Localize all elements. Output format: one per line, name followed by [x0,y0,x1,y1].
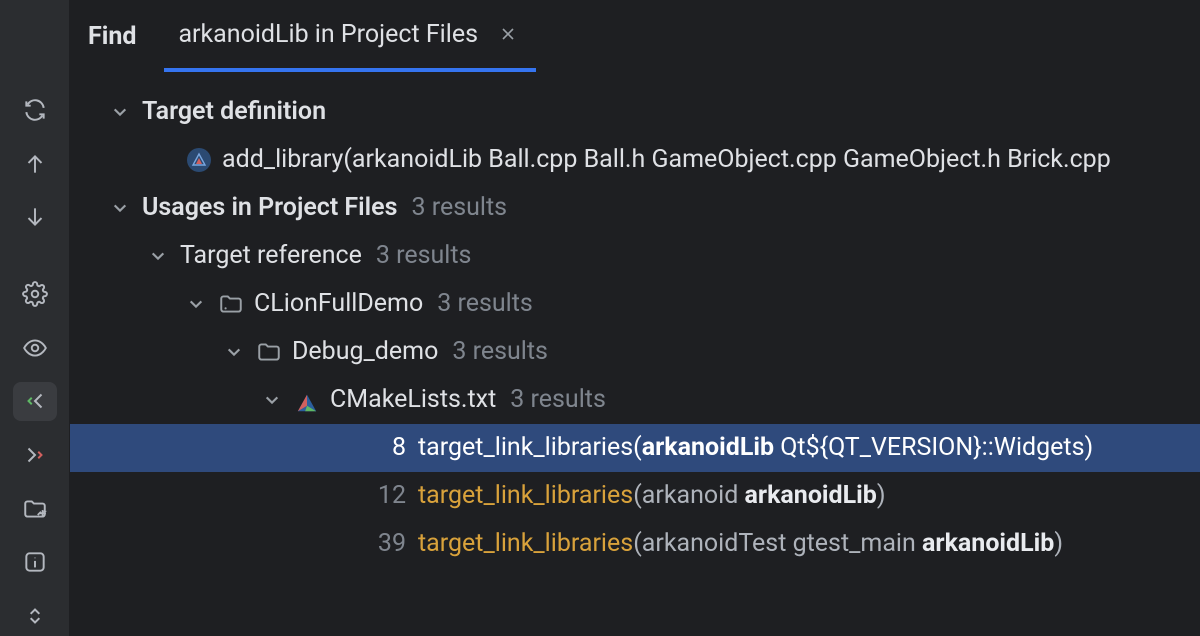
line-number: 8 [370,430,406,466]
usage-code: target_link_libraries(arkanoid arkanoidL… [418,478,886,514]
next-occurrence-button[interactable] [13,197,57,237]
chevron-down-icon [110,198,130,218]
search-tab[interactable]: arkanoidLib in Project Files [164,0,536,72]
group-target-definition[interactable]: Target definition [70,88,1200,136]
chevron-down-icon [186,294,206,314]
find-title[interactable]: Find [78,22,164,51]
result-count: 3 results [452,334,548,370]
definition-code: add_library(arkanoidLib Ball.cpp Ball.h … [222,142,1111,178]
folder-icon [256,339,282,365]
cmake-file-icon [294,387,320,413]
search-result-icon [186,147,212,173]
project-folder-icon [218,291,244,317]
chevron-down-icon [148,246,168,266]
usage-row[interactable]: 12 target_link_libraries(arkanoid arkanoi… [70,472,1200,520]
group-label: Debug_demo [292,334,438,370]
refresh-button[interactable] [13,90,57,130]
result-count: 3 results [510,382,606,418]
preview-button[interactable] [13,328,57,368]
chevron-down-icon [110,102,130,122]
group-usages[interactable]: Usages in Project Files 3 results [70,184,1200,232]
chevron-down-icon [262,390,282,410]
usage-row[interactable]: 39 target_link_libraries(arkanoidTest gte… [70,520,1200,568]
import-button[interactable] [13,382,57,422]
find-panel-header: Find arkanoidLib in Project Files [70,0,1200,72]
prev-occurrence-button[interactable] [13,144,57,184]
left-toolstrip: * [0,0,70,636]
line-number: 39 [370,526,406,562]
usage-code: target_link_libraries(arkanoidTest gtest… [418,526,1063,562]
result-count: 3 results [411,190,507,226]
expand-collapse-button[interactable] [13,596,57,636]
usage-row[interactable]: 8 target_link_libraries(arkanoidLib Qt${Q… [70,424,1200,472]
results-tree: Target definition add_library(arkanoidLi… [70,72,1200,636]
settings-button[interactable] [13,274,57,314]
result-count: 3 results [437,286,533,322]
group-target-reference[interactable]: Target reference 3 results [70,232,1200,280]
new-folder-button[interactable]: * [13,489,57,529]
group-folder[interactable]: Debug_demo 3 results [70,328,1200,376]
group-label: Usages in Project Files [142,190,397,226]
group-project[interactable]: CLionFullDemo 3 results [70,280,1200,328]
group-file[interactable]: CMakeLists.txt 3 results [70,376,1200,424]
search-tab-label: arkanoidLib in Project Files [178,20,478,49]
group-label: Target definition [142,94,326,130]
chevron-down-icon [224,342,244,362]
close-tab-button[interactable] [496,22,520,46]
line-number: 12 [370,478,406,514]
info-button[interactable] [13,543,57,583]
group-label: CMakeLists.txt [330,382,496,418]
group-label: CLionFullDemo [254,286,423,322]
svg-text:*: * [42,507,47,520]
result-count: 3 results [376,238,472,274]
definition-code-row[interactable]: add_library(arkanoidLib Ball.cpp Ball.h … [70,136,1200,184]
export-button[interactable] [13,435,57,475]
usage-code: target_link_libraries(arkanoidLib Qt${QT… [418,430,1093,466]
group-label: Target reference [180,238,362,274]
